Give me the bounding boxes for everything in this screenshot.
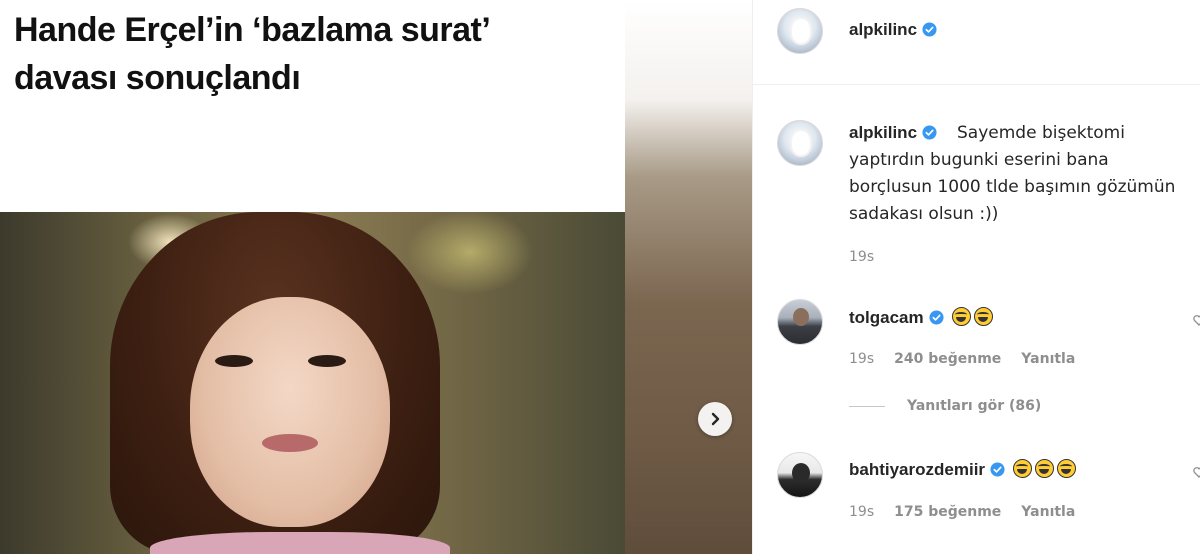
caption-avatar[interactable] bbox=[777, 120, 823, 166]
face-with-tears-of-joy-icon bbox=[1013, 459, 1033, 478]
caption-line: yaptırdın bugunki eserini bana bbox=[849, 150, 1109, 170]
comment-likes[interactable]: 240 beğenme bbox=[894, 351, 1001, 367]
verified-badge-icon bbox=[990, 462, 1005, 477]
caption-line: sadakası olsun :)) bbox=[849, 204, 999, 224]
photo-eye-right bbox=[308, 355, 346, 367]
verified-badge-icon bbox=[922, 125, 937, 140]
photo-eye-left bbox=[215, 355, 253, 367]
face-with-tears-of-joy-icon bbox=[973, 307, 993, 326]
chevron-right-icon bbox=[711, 412, 720, 426]
comment-avatar[interactable] bbox=[777, 452, 823, 498]
comment-time[interactable]: 19s bbox=[849, 351, 874, 367]
comment-emojis bbox=[951, 307, 993, 326]
view-replies-label: Yanıtları gör (86) bbox=[907, 398, 1042, 414]
post-headline: Hande Erçel’in ‘bazlama surat’ davası so… bbox=[14, 6, 491, 102]
photo-face bbox=[190, 297, 390, 527]
comment-emojis bbox=[1013, 459, 1077, 478]
face-with-tears-of-joy-icon bbox=[1035, 459, 1055, 478]
face-with-tears-of-joy-icon bbox=[951, 307, 971, 326]
header-username[interactable]: alpkilinc bbox=[849, 20, 917, 39]
view-replies-button[interactable]: Yanıtları gör (86) bbox=[849, 398, 1041, 414]
reply-button[interactable]: Yanıtla bbox=[1021, 351, 1075, 367]
like-heart-icon[interactable] bbox=[1193, 314, 1200, 326]
reply-button[interactable]: Yanıtla bbox=[1021, 504, 1075, 520]
comment-meta: 19s 240 beğenme Yanıtla bbox=[849, 351, 1075, 367]
caption-username[interactable]: alpkilinc bbox=[849, 123, 917, 142]
comment-time[interactable]: 19s bbox=[849, 504, 874, 520]
post-photo bbox=[0, 212, 625, 554]
comment-username[interactable]: tolgacam bbox=[849, 308, 924, 327]
photo-blouse bbox=[150, 532, 450, 554]
comment-likes[interactable]: 175 beğenme bbox=[894, 504, 1001, 520]
caption-meta: 19s bbox=[849, 249, 874, 265]
avatar[interactable] bbox=[777, 8, 823, 54]
face-with-tears-of-joy-icon bbox=[1057, 459, 1077, 478]
post-media: Hande Erçel’in ‘bazlama surat’ davası so… bbox=[0, 0, 752, 554]
photo-lips bbox=[262, 434, 318, 452]
caption-time[interactable]: 19s bbox=[849, 249, 874, 265]
comment-avatar[interactable] bbox=[777, 299, 823, 345]
headline-line-1: Hande Erçel’in ‘bazlama surat’ bbox=[14, 11, 491, 49]
comment-row: tolgacam bbox=[849, 307, 993, 328]
verified-badge-icon bbox=[922, 22, 937, 37]
caption-username-row: alpkilinc bbox=[849, 123, 937, 143]
replies-divider bbox=[849, 405, 885, 407]
comment-username[interactable]: bahtiyarozdemiir bbox=[849, 460, 985, 479]
next-image-button[interactable] bbox=[698, 402, 732, 436]
comments-panel: alpkilinc alpkilinc Sayemde bişektomi ya… bbox=[752, 0, 1200, 554]
comment-meta: 19s 175 beğenme Yanıtla bbox=[849, 504, 1075, 520]
verified-badge-icon bbox=[929, 310, 944, 325]
caption-line: Sayemde bişektomi bbox=[957, 123, 1125, 143]
caption-line: borçlusun 1000 tlde başımın gözümün bbox=[849, 177, 1176, 197]
next-image-preview bbox=[625, 0, 752, 554]
headline-card: Hande Erçel’in ‘bazlama surat’ davası so… bbox=[0, 0, 625, 212]
post-header: alpkilinc bbox=[753, 0, 1200, 85]
like-heart-icon[interactable] bbox=[1193, 466, 1200, 478]
headline-line-2: davası sonuçlandı bbox=[14, 59, 301, 97]
header-username-row: alpkilinc bbox=[849, 20, 937, 40]
comment-row: bahtiyarozdemiir bbox=[849, 459, 1077, 480]
